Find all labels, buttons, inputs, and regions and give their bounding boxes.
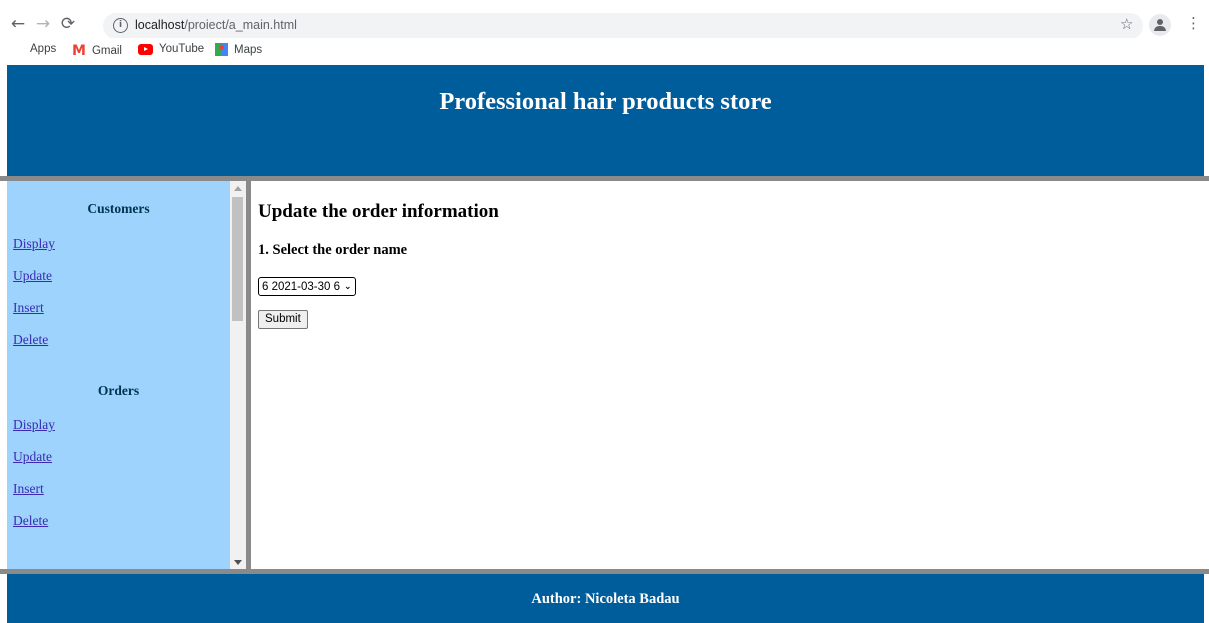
page-title: Update the order information (258, 201, 499, 222)
site-title: Professional hair products store (439, 88, 772, 115)
profile-avatar-icon[interactable] (1149, 14, 1171, 36)
main-frame: Update the order information 1. Select t… (251, 181, 1209, 569)
bookmark-apps[interactable]: Apps (12, 43, 56, 55)
browser-menu-icon[interactable]: ⋮ (1186, 14, 1201, 32)
browser-toolbar: ← → ⟳ i localhost/proiect/a_main.html ☆ … (0, 0, 1209, 39)
reload-icon[interactable]: ⟳ (58, 14, 78, 34)
bookmark-label: YouTube (159, 43, 205, 55)
scroll-down-arrow-icon[interactable] (234, 560, 242, 565)
step-label: 1. Select the order name (258, 242, 408, 258)
bookmark-star-icon[interactable]: ☆ (1120, 15, 1133, 33)
bookmark-youtube[interactable]: YouTube (138, 43, 204, 55)
sidebar-link-customers-insert[interactable]: Insert (13, 300, 44, 316)
address-url[interactable]: localhost/proiect/a_main.html (135, 18, 297, 32)
sidebar-frame: Customers Display Update Insert Delete O… (7, 181, 230, 569)
bookmark-label: Maps (234, 43, 263, 56)
bookmarks-bar: Apps M Gmail YouTube Maps (0, 38, 1209, 62)
info-icon[interactable]: i (113, 18, 128, 33)
sidebar-scrollbar[interactable] (230, 181, 246, 569)
url-path: /proiect/a_main.html (184, 18, 297, 32)
chevron-down-icon: ⌄ (344, 281, 352, 292)
scrollbar-thumb[interactable] (232, 197, 243, 321)
bookmark-label: Gmail (91, 45, 122, 57)
sidebar-heading-customers: Customers (87, 201, 150, 216)
back-arrow-icon[interactable]: ← (8, 14, 28, 34)
sidebar-link-orders-insert[interactable]: Insert (13, 481, 44, 497)
sidebar-link-customers-update[interactable]: Update (13, 268, 52, 284)
order-select[interactable]: 6 2021-03-30 6 ⌄ (258, 277, 356, 296)
url-host: localhost (135, 18, 185, 32)
sidebar-link-customers-display[interactable]: Display (13, 236, 55, 252)
sidebar-link-customers-delete[interactable]: Delete (13, 332, 48, 348)
sidebar-link-orders-update[interactable]: Update (13, 449, 52, 465)
apps-grid-icon (12, 43, 24, 55)
bookmark-maps[interactable]: Maps (215, 43, 262, 56)
sidebar-link-orders-delete[interactable]: Delete (13, 513, 48, 529)
footer-author: Author: Nicoleta Badau (531, 591, 680, 607)
order-select-value: 6 2021-03-30 6 (262, 280, 341, 293)
maps-icon (215, 43, 228, 56)
sidebar-link-orders-display[interactable]: Display (13, 417, 55, 433)
bookmark-label: Apps (30, 43, 57, 55)
youtube-icon (138, 43, 153, 55)
submit-button[interactable]: Submit (258, 310, 308, 329)
bookmark-gmail[interactable]: M Gmail (72, 43, 122, 59)
site-header: Professional hair products store (7, 65, 1204, 176)
site-footer: Author: Nicoleta Badau (7, 574, 1204, 623)
sidebar-heading-orders: Orders (97, 383, 140, 398)
address-bar[interactable]: i localhost/proiect/a_main.html (103, 13, 1143, 39)
forward-arrow-icon[interactable]: → (33, 14, 53, 34)
gmail-icon: M (72, 43, 86, 59)
scroll-up-arrow-icon[interactable] (234, 186, 242, 191)
